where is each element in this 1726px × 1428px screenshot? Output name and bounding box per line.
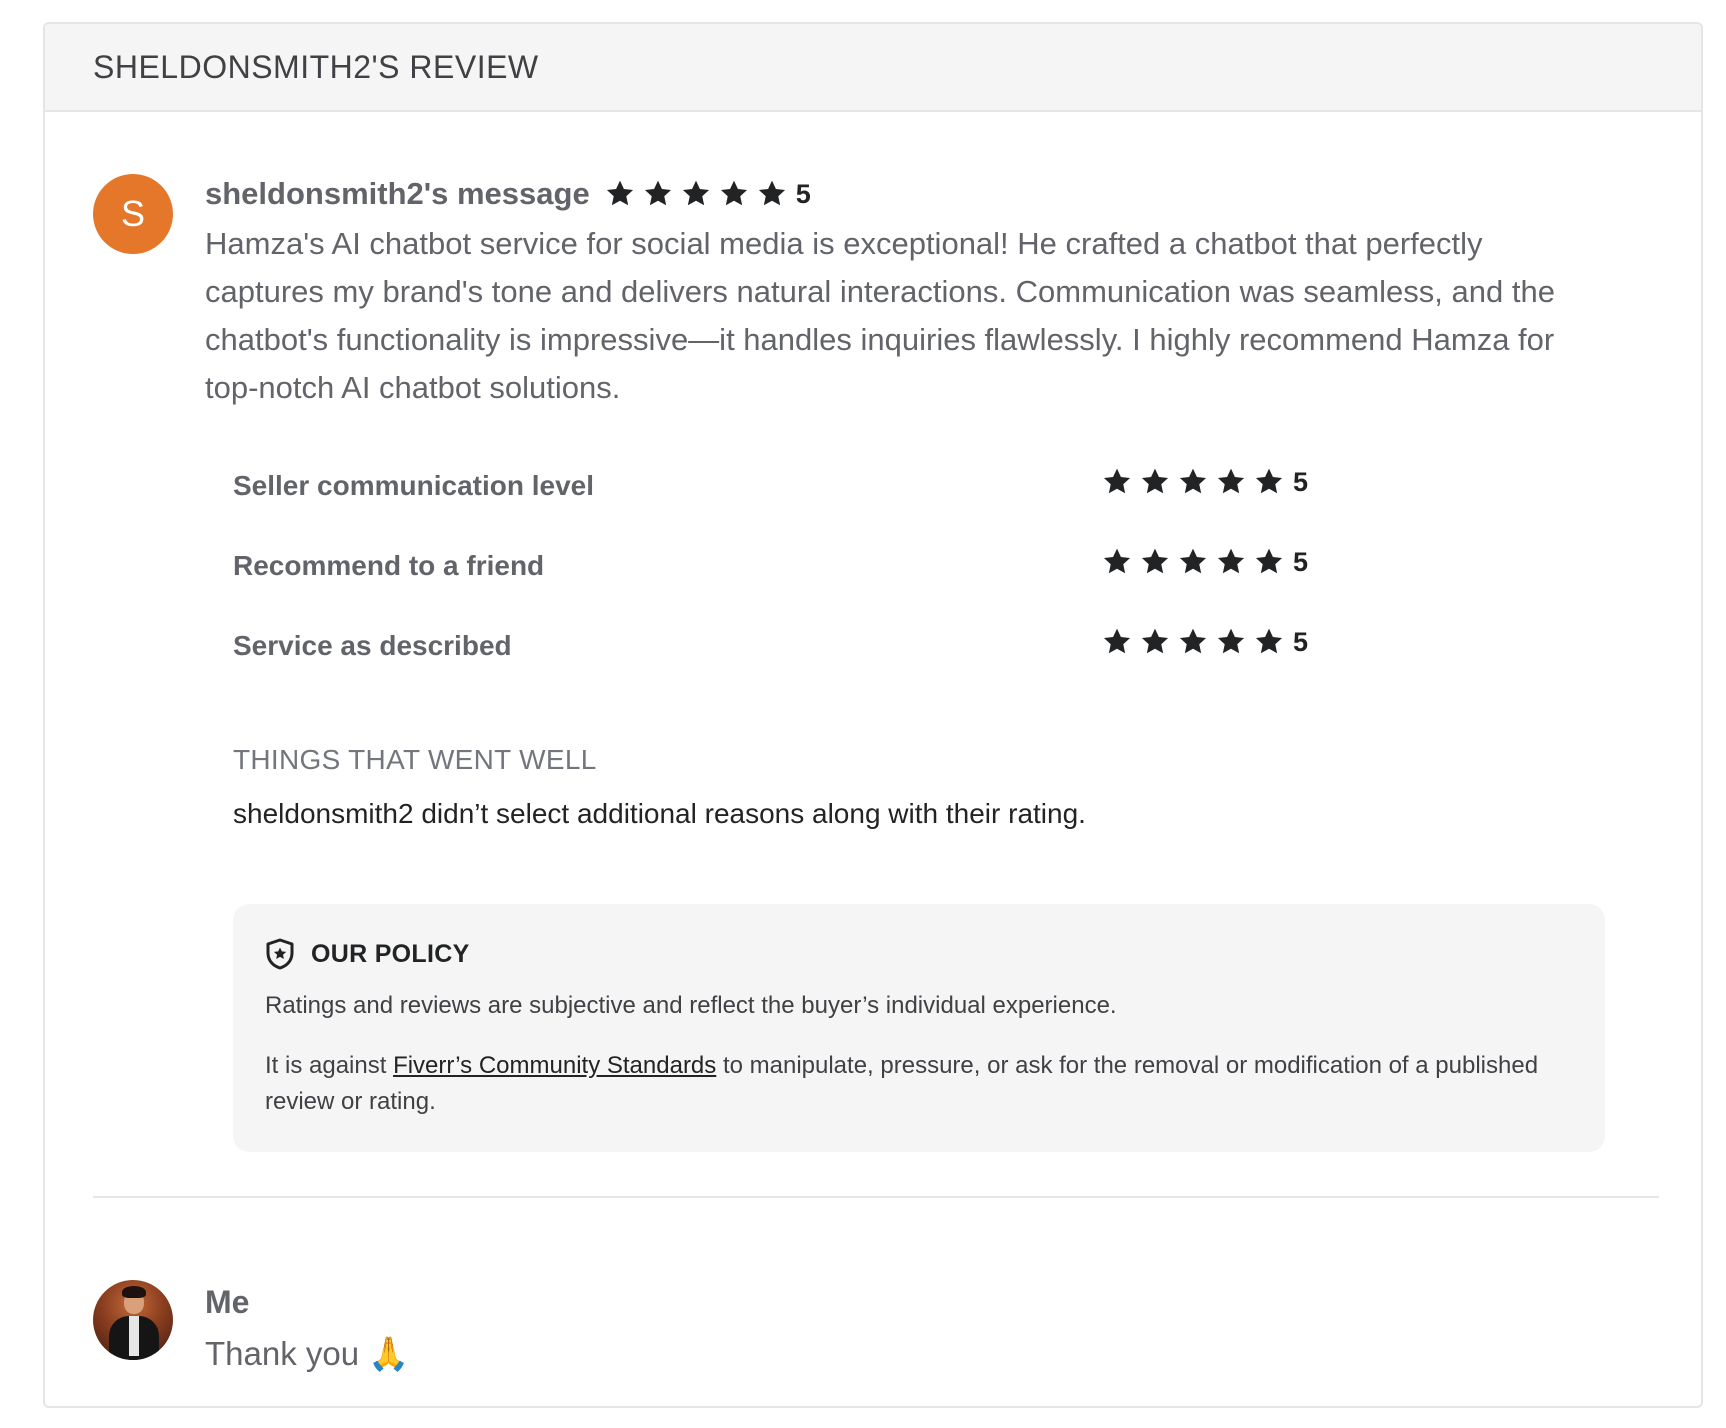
buyer-message-author: sheldonsmith2's message xyxy=(205,176,590,211)
star-icon xyxy=(1253,466,1285,498)
star-icon xyxy=(680,178,712,210)
rating-label: Recommend to a friend xyxy=(233,550,545,581)
star-icon xyxy=(1177,466,1209,498)
star-icon xyxy=(1101,466,1133,498)
buyer-message-text: Hamza's AI chatbot service for social me… xyxy=(205,226,1555,405)
community-standards-link[interactable]: Fiverr’s Community Standards xyxy=(393,1052,716,1079)
things-went-well-title: THINGS THAT WENT WELL xyxy=(233,744,597,775)
star-icon xyxy=(604,178,636,210)
reply-author: Me xyxy=(205,1284,250,1320)
star-icon xyxy=(1177,546,1209,578)
star-icon xyxy=(1101,546,1133,578)
star-icon xyxy=(1139,546,1171,578)
star-icon xyxy=(1215,626,1247,658)
star-icon xyxy=(1253,546,1285,578)
review-card: SHELDONSMITH2'S REVIEW S sheldonsmith2's… xyxy=(43,22,1703,1408)
policy-title: OUR POLICY xyxy=(311,939,470,968)
star-icon xyxy=(1101,626,1133,658)
shield-star-icon xyxy=(265,938,295,970)
overall-rating-stars: 5 xyxy=(604,178,811,210)
divider xyxy=(93,1196,1659,1198)
rating-stars: 5 xyxy=(1101,546,1308,578)
policy-text-2: It is against Fiverr’s Community Standar… xyxy=(265,1048,1565,1120)
policy-box: OUR POLICY Ratings and reviews are subje… xyxy=(233,904,1605,1152)
star-icon xyxy=(1215,546,1247,578)
rating-label: Service as described xyxy=(233,630,512,661)
rating-stars: 5 xyxy=(1101,466,1308,498)
rating-row: Seller communication level 5 xyxy=(233,456,1333,536)
buyer-message-header: sheldonsmith2's message 5 xyxy=(205,174,1595,214)
star-icon xyxy=(718,178,750,210)
rating-row: Service as described 5 xyxy=(233,616,1333,696)
review-title: SHELDONSMITH2'S REVIEW xyxy=(93,48,539,85)
buyer-message: S sheldonsmith2's message 5 Hamza's AI c… xyxy=(93,174,1595,412)
things-went-well-text: sheldonsmith2 didn’t select additional r… xyxy=(233,798,1086,829)
seller-avatar[interactable] xyxy=(93,1280,173,1360)
reply-text: Thank you 🙏 xyxy=(205,1335,410,1372)
star-icon xyxy=(1177,626,1209,658)
rating-value: 5 xyxy=(1293,466,1309,497)
star-icon xyxy=(756,178,788,210)
ratings-breakdown: Seller communication level 5 Recommend t… xyxy=(233,456,1333,696)
things-went-well: THINGS THAT WENT WELL sheldonsmith2 didn… xyxy=(233,744,1086,830)
star-icon xyxy=(1139,466,1171,498)
review-header: SHELDONSMITH2'S REVIEW xyxy=(45,24,1701,112)
rating-stars: 5 xyxy=(1101,626,1308,658)
star-icon xyxy=(1215,466,1247,498)
overall-rating-value: 5 xyxy=(795,178,811,209)
star-icon xyxy=(642,178,674,210)
policy-text-1: Ratings and reviews are subjective and r… xyxy=(265,992,1117,1019)
star-icon xyxy=(1253,626,1285,658)
buyer-avatar[interactable]: S xyxy=(93,174,173,254)
star-icon xyxy=(1139,626,1171,658)
rating-label: Seller communication level xyxy=(233,470,595,501)
rating-row: Recommend to a friend 5 xyxy=(233,536,1333,616)
policy-text-2-before: It is against xyxy=(265,1052,394,1079)
rating-value: 5 xyxy=(1293,546,1309,577)
rating-value: 5 xyxy=(1293,626,1309,657)
seller-reply: Me Thank you 🙏 xyxy=(93,1280,409,1374)
